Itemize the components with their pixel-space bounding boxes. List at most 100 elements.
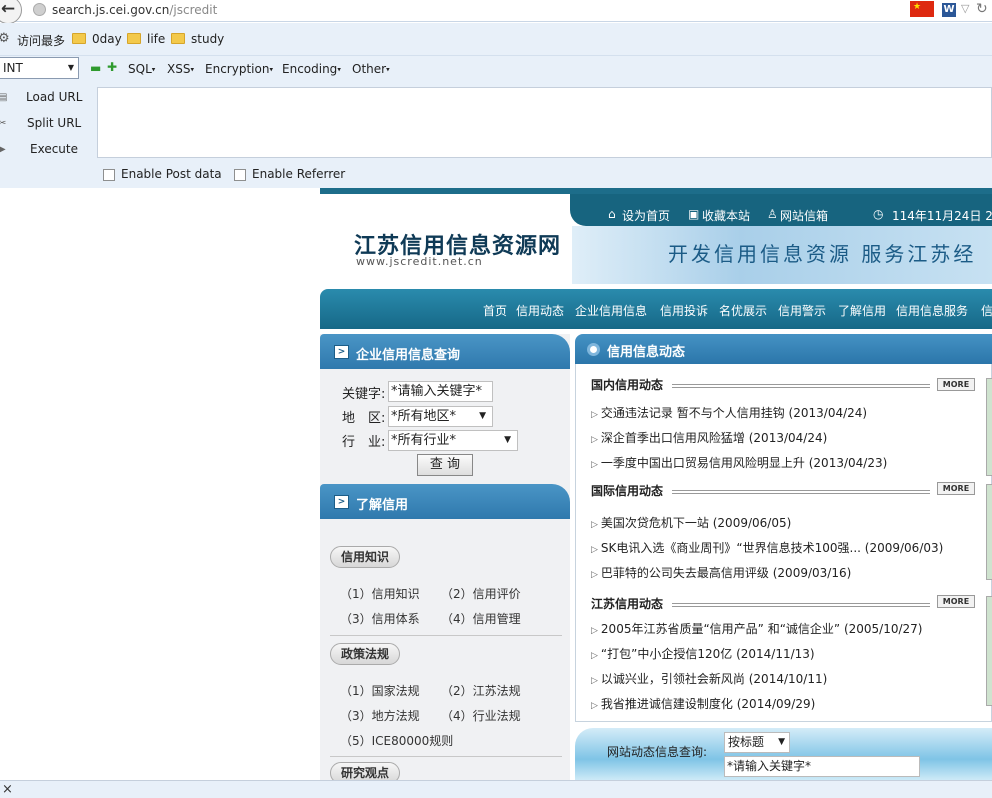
- news-item[interactable]: ▷ 巴菲特的公司失去最高信用评级 (2009/03/16): [591, 564, 851, 581]
- address-field[interactable]: search.js.cei.gov.cn/jscredit: [52, 3, 217, 17]
- triangle-right-icon: ▷: [591, 435, 598, 445]
- site-logo-url: www.jscredit.net.cn: [356, 255, 483, 268]
- news-item[interactable]: ▷ “打包”中小企授信120亿 (2014/11/13): [591, 645, 815, 662]
- more-button[interactable]: MORE: [937, 595, 975, 608]
- top-links-bar: ⌂ 设为首页 ▣ 收藏本站 ♙ 网站信箱 ◷ 114年11月24日 2: [570, 194, 992, 226]
- menu-encryption[interactable]: Encryption▾: [205, 62, 273, 76]
- divider: [330, 635, 562, 636]
- industry-label: 行 业:: [342, 435, 386, 450]
- link-credit-management[interactable]: （4）信用管理: [441, 610, 521, 627]
- region-select[interactable]: *所有地区* ▼: [388, 406, 493, 427]
- nav-credit-news[interactable]: 信用动态: [516, 302, 564, 319]
- link-credit-system[interactable]: （3）信用体系: [340, 610, 420, 627]
- url-bar: ← search.js.cei.gov.cn/jscredit ★ W ▽ ↻: [0, 0, 992, 24]
- slogan-text: 开发信用信息资源 服务江苏经: [668, 242, 977, 266]
- link-credit-knowledge[interactable]: （1）信用知识: [340, 585, 420, 602]
- enable-referrer-label[interactable]: Enable Referrer: [252, 167, 345, 181]
- news-panel-header: 信用信息动态: [575, 334, 992, 364]
- news-item[interactable]: ▷ SK电讯入选《商业周刊》“世界信息技术100强... (2009/06/03): [591, 539, 943, 556]
- nav-warnings[interactable]: 信用警示: [778, 302, 826, 319]
- nav-more[interactable]: 信: [981, 302, 992, 319]
- execute-button[interactable]: Execute: [30, 142, 78, 156]
- minus-icon[interactable]: ▬: [90, 61, 101, 75]
- keyword-input[interactable]: *请输入关键字*: [388, 381, 493, 402]
- divider: [672, 490, 930, 494]
- chevron-down-icon[interactable]: ▽: [961, 2, 969, 15]
- bookmark-site-link[interactable]: 收藏本站: [702, 207, 750, 224]
- menu-sql[interactable]: SQL▾: [128, 62, 155, 76]
- learn-panel-header: > 了解信用: [320, 484, 570, 519]
- enable-post-checkbox[interactable]: [103, 169, 115, 181]
- site-search-select-value: 按标题: [728, 735, 765, 749]
- news-item[interactable]: ▷ 交通违法记录 暂不与个人信用挂钩 (2013/04/24): [591, 404, 867, 421]
- tab-research[interactable]: 研究观点: [330, 762, 401, 780]
- site-search-input[interactable]: *请输入关键字*: [724, 756, 920, 777]
- news-item[interactable]: ▷ 2005年江苏省质量“信用产品” 和“诚信企业” (2005/10/27): [591, 620, 923, 637]
- main-nav: 首页 信用动态 企业信用信息 信用投诉 名优展示 信用警示 了解信用 信用信息服…: [320, 289, 992, 329]
- news-item[interactable]: ▷ 一季度中国出口贸易信用风险明显上升 (2013/04/23): [591, 454, 887, 471]
- int-select[interactable]: INT ▼: [0, 57, 79, 79]
- link-industry-laws[interactable]: （4）行业法规: [441, 707, 521, 724]
- triangle-right-icon: ▷: [591, 545, 598, 555]
- triangle-right-icon: ▷: [591, 570, 598, 580]
- menu-xss[interactable]: XSS▾: [167, 62, 194, 76]
- triangle-right-icon: ▷: [591, 410, 598, 420]
- more-button[interactable]: MORE: [937, 482, 975, 495]
- region-select-value: *所有地区*: [391, 409, 457, 424]
- news-item[interactable]: ▷ 深企首季出口信用风险猛增 (2013/04/24): [591, 429, 827, 446]
- menu-encoding[interactable]: Encoding▾: [282, 62, 341, 76]
- tab-policies[interactable]: 政策法规: [330, 643, 401, 665]
- hackbar-url-textarea[interactable]: [97, 87, 992, 158]
- triangle-right-icon: ▷: [591, 626, 598, 636]
- tab-credit-knowledge[interactable]: 信用知识: [330, 546, 401, 568]
- query-button[interactable]: 查 询: [417, 454, 473, 476]
- nav-complaints[interactable]: 信用投诉: [660, 302, 708, 319]
- site-identity-icon[interactable]: [33, 3, 46, 16]
- link-jiangsu-laws[interactable]: （2）江苏法规: [441, 682, 521, 699]
- load-url-button[interactable]: Load URL: [26, 90, 82, 104]
- link-ice80000[interactable]: （5）ICE80000规则: [340, 732, 453, 749]
- nav-learn-credit[interactable]: 了解信用: [838, 302, 886, 319]
- close-icon[interactable]: ×: [2, 782, 13, 797]
- split-url-button[interactable]: Split URL: [27, 116, 81, 130]
- industry-select[interactable]: *所有行业* ▼: [388, 430, 518, 451]
- bookmark-0day[interactable]: 0day: [92, 32, 122, 46]
- date-text: 114年11月24日 2: [892, 209, 992, 223]
- menu-other[interactable]: Other▾: [352, 62, 390, 76]
- execute-icon: ▶: [0, 144, 6, 155]
- bookmark-life[interactable]: life: [147, 32, 165, 46]
- news-item[interactable]: ▷ 以诚兴业，引领社会新风尚 (2014/10/11): [591, 670, 827, 687]
- news-item[interactable]: ▷ 美国次贷危机下一站 (2009/06/05): [591, 514, 791, 531]
- clock-icon: ◷: [873, 207, 884, 221]
- hackbar-panel: INT ▼ ▬ ✚ SQL▾ XSS▾ Encryption▾ Encoding▾…: [0, 56, 992, 188]
- nav-home[interactable]: 首页: [483, 302, 507, 319]
- bookmark-study[interactable]: study: [191, 32, 224, 46]
- nav-showcase[interactable]: 名优展示: [719, 302, 767, 319]
- triangle-right-icon: ▷: [591, 651, 598, 661]
- chevron-right-icon: >: [334, 345, 349, 359]
- news-item[interactable]: ▷ 我省推进诚信建设制度化 (2014/09/29): [591, 695, 815, 712]
- word-icon[interactable]: W: [942, 3, 956, 17]
- set-homepage-link[interactable]: 设为首页: [622, 207, 670, 224]
- enable-post-label[interactable]: Enable Post data: [121, 167, 222, 181]
- chevron-down-icon: ▼: [479, 411, 486, 421]
- site-search-select[interactable]: 按标题 ▼: [724, 732, 790, 753]
- web-page: ⌂ 设为首页 ▣ 收藏本站 ♙ 网站信箱 ◷ 114年11月24日 2 江苏信用…: [320, 188, 992, 780]
- more-button[interactable]: MORE: [937, 378, 975, 391]
- side-image: [986, 484, 992, 580]
- right-column: 信用信息动态 国内信用动态 MORE ▷ 交通违法记录 暂不与个人信用挂钩 (20…: [575, 334, 992, 780]
- link-national-laws[interactable]: （1）国家法规: [340, 682, 420, 699]
- enable-referrer-checkbox[interactable]: [234, 169, 246, 181]
- bullet-icon: [587, 343, 600, 356]
- plus-icon[interactable]: ✚: [107, 60, 117, 74]
- link-credit-evaluation[interactable]: （2）信用评价: [441, 585, 521, 602]
- back-button[interactable]: ←: [0, 0, 22, 24]
- link-local-laws[interactable]: （3）地方法规: [340, 707, 420, 724]
- site-mailbox-link[interactable]: 网站信箱: [780, 207, 828, 224]
- nav-enterprise-credit[interactable]: 企业信用信息: [575, 302, 647, 319]
- industry-select-value: *所有行业*: [391, 433, 457, 448]
- url-path: /jscredit: [169, 3, 218, 17]
- bookmark-most-visited[interactable]: 访问最多: [17, 32, 65, 49]
- nav-credit-service[interactable]: 信用信息服务: [896, 302, 968, 319]
- reload-icon[interactable]: ↻: [976, 1, 988, 17]
